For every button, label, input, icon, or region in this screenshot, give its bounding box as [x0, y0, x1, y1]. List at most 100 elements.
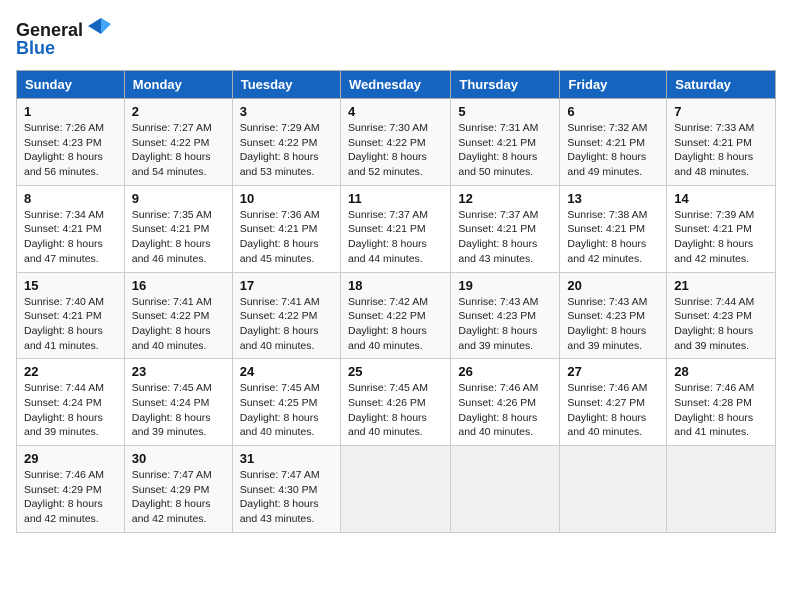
day-info: Sunrise: 7:46 AM Sunset: 4:27 PM Dayligh…: [567, 381, 659, 440]
calendar-cell: 23 Sunrise: 7:45 AM Sunset: 4:24 PM Dayl…: [124, 359, 232, 446]
day-info: Sunrise: 7:37 AM Sunset: 4:21 PM Dayligh…: [348, 208, 443, 267]
day-info: Sunrise: 7:36 AM Sunset: 4:21 PM Dayligh…: [240, 208, 333, 267]
calendar-cell: 9 Sunrise: 7:35 AM Sunset: 4:21 PM Dayli…: [124, 185, 232, 272]
day-info: Sunrise: 7:41 AM Sunset: 4:22 PM Dayligh…: [132, 295, 225, 354]
calendar-cell: 15 Sunrise: 7:40 AM Sunset: 4:21 PM Dayl…: [17, 272, 125, 359]
calendar-cell: 16 Sunrise: 7:41 AM Sunset: 4:22 PM Dayl…: [124, 272, 232, 359]
calendar-cell: 5 Sunrise: 7:31 AM Sunset: 4:21 PM Dayli…: [451, 99, 560, 186]
calendar-cell: 4 Sunrise: 7:30 AM Sunset: 4:22 PM Dayli…: [340, 99, 450, 186]
calendar-cell: 10 Sunrise: 7:36 AM Sunset: 4:21 PM Dayl…: [232, 185, 340, 272]
day-number: 11: [348, 191, 443, 206]
logo: General Blue: [16, 16, 116, 60]
calendar-cell: 7 Sunrise: 7:33 AM Sunset: 4:21 PM Dayli…: [667, 99, 776, 186]
day-number: 4: [348, 104, 443, 119]
day-number: 31: [240, 451, 333, 466]
day-info: Sunrise: 7:32 AM Sunset: 4:21 PM Dayligh…: [567, 121, 659, 180]
day-info: Sunrise: 7:33 AM Sunset: 4:21 PM Dayligh…: [674, 121, 768, 180]
calendar-cell: 25 Sunrise: 7:45 AM Sunset: 4:26 PM Dayl…: [340, 359, 450, 446]
day-number: 25: [348, 364, 443, 379]
day-info: Sunrise: 7:46 AM Sunset: 4:26 PM Dayligh…: [458, 381, 552, 440]
day-number: 26: [458, 364, 552, 379]
day-number: 1: [24, 104, 117, 119]
day-number: 24: [240, 364, 333, 379]
day-number: 3: [240, 104, 333, 119]
calendar-cell: 29 Sunrise: 7:46 AM Sunset: 4:29 PM Dayl…: [17, 446, 125, 533]
day-info: Sunrise: 7:30 AM Sunset: 4:22 PM Dayligh…: [348, 121, 443, 180]
day-number: 10: [240, 191, 333, 206]
day-info: Sunrise: 7:31 AM Sunset: 4:21 PM Dayligh…: [458, 121, 552, 180]
calendar-cell: 24 Sunrise: 7:45 AM Sunset: 4:25 PM Dayl…: [232, 359, 340, 446]
day-number: 21: [674, 278, 768, 293]
calendar-cell: 30 Sunrise: 7:47 AM Sunset: 4:29 PM Dayl…: [124, 446, 232, 533]
day-info: Sunrise: 7:44 AM Sunset: 4:24 PM Dayligh…: [24, 381, 117, 440]
day-number: 17: [240, 278, 333, 293]
weekday-header-tuesday: Tuesday: [232, 71, 340, 99]
day-number: 8: [24, 191, 117, 206]
weekday-header-friday: Friday: [560, 71, 667, 99]
calendar-cell: 6 Sunrise: 7:32 AM Sunset: 4:21 PM Dayli…: [560, 99, 667, 186]
day-number: 5: [458, 104, 552, 119]
calendar-table: SundayMondayTuesdayWednesdayThursdayFrid…: [16, 70, 776, 533]
weekday-header-sunday: Sunday: [17, 71, 125, 99]
calendar-cell: 31 Sunrise: 7:47 AM Sunset: 4:30 PM Dayl…: [232, 446, 340, 533]
calendar-cell: [667, 446, 776, 533]
day-info: Sunrise: 7:43 AM Sunset: 4:23 PM Dayligh…: [567, 295, 659, 354]
calendar-cell: 8 Sunrise: 7:34 AM Sunset: 4:21 PM Dayli…: [17, 185, 125, 272]
weekday-header-thursday: Thursday: [451, 71, 560, 99]
weekday-header-row: SundayMondayTuesdayWednesdayThursdayFrid…: [17, 71, 776, 99]
calendar-week-1: 1 Sunrise: 7:26 AM Sunset: 4:23 PM Dayli…: [17, 99, 776, 186]
calendar-cell: 1 Sunrise: 7:26 AM Sunset: 4:23 PM Dayli…: [17, 99, 125, 186]
day-number: 29: [24, 451, 117, 466]
weekday-header-monday: Monday: [124, 71, 232, 99]
logo-icon: General Blue: [16, 16, 116, 60]
calendar-week-2: 8 Sunrise: 7:34 AM Sunset: 4:21 PM Dayli…: [17, 185, 776, 272]
day-info: Sunrise: 7:47 AM Sunset: 4:29 PM Dayligh…: [132, 468, 225, 527]
svg-text:Blue: Blue: [16, 38, 55, 58]
day-info: Sunrise: 7:29 AM Sunset: 4:22 PM Dayligh…: [240, 121, 333, 180]
calendar-cell: 11 Sunrise: 7:37 AM Sunset: 4:21 PM Dayl…: [340, 185, 450, 272]
day-number: 19: [458, 278, 552, 293]
calendar-week-5: 29 Sunrise: 7:46 AM Sunset: 4:29 PM Dayl…: [17, 446, 776, 533]
calendar-cell: 21 Sunrise: 7:44 AM Sunset: 4:23 PM Dayl…: [667, 272, 776, 359]
day-info: Sunrise: 7:37 AM Sunset: 4:21 PM Dayligh…: [458, 208, 552, 267]
day-info: Sunrise: 7:40 AM Sunset: 4:21 PM Dayligh…: [24, 295, 117, 354]
day-info: Sunrise: 7:47 AM Sunset: 4:30 PM Dayligh…: [240, 468, 333, 527]
day-info: Sunrise: 7:42 AM Sunset: 4:22 PM Dayligh…: [348, 295, 443, 354]
calendar-cell: 28 Sunrise: 7:46 AM Sunset: 4:28 PM Dayl…: [667, 359, 776, 446]
calendar-cell: 17 Sunrise: 7:41 AM Sunset: 4:22 PM Dayl…: [232, 272, 340, 359]
calendar-week-3: 15 Sunrise: 7:40 AM Sunset: 4:21 PM Dayl…: [17, 272, 776, 359]
day-info: Sunrise: 7:27 AM Sunset: 4:22 PM Dayligh…: [132, 121, 225, 180]
calendar-cell: 22 Sunrise: 7:44 AM Sunset: 4:24 PM Dayl…: [17, 359, 125, 446]
weekday-header-wednesday: Wednesday: [340, 71, 450, 99]
day-info: Sunrise: 7:44 AM Sunset: 4:23 PM Dayligh…: [674, 295, 768, 354]
day-number: 15: [24, 278, 117, 293]
day-number: 18: [348, 278, 443, 293]
day-info: Sunrise: 7:34 AM Sunset: 4:21 PM Dayligh…: [24, 208, 117, 267]
day-number: 16: [132, 278, 225, 293]
day-info: Sunrise: 7:45 AM Sunset: 4:24 PM Dayligh…: [132, 381, 225, 440]
day-info: Sunrise: 7:39 AM Sunset: 4:21 PM Dayligh…: [674, 208, 768, 267]
day-number: 28: [674, 364, 768, 379]
day-number: 7: [674, 104, 768, 119]
day-number: 9: [132, 191, 225, 206]
calendar-cell: 19 Sunrise: 7:43 AM Sunset: 4:23 PM Dayl…: [451, 272, 560, 359]
calendar-cell: 13 Sunrise: 7:38 AM Sunset: 4:21 PM Dayl…: [560, 185, 667, 272]
calendar-cell: [451, 446, 560, 533]
day-info: Sunrise: 7:43 AM Sunset: 4:23 PM Dayligh…: [458, 295, 552, 354]
calendar-cell: 12 Sunrise: 7:37 AM Sunset: 4:21 PM Dayl…: [451, 185, 560, 272]
day-info: Sunrise: 7:46 AM Sunset: 4:29 PM Dayligh…: [24, 468, 117, 527]
day-number: 13: [567, 191, 659, 206]
calendar-cell: 18 Sunrise: 7:42 AM Sunset: 4:22 PM Dayl…: [340, 272, 450, 359]
page-header: General Blue: [16, 16, 776, 60]
day-number: 27: [567, 364, 659, 379]
day-number: 23: [132, 364, 225, 379]
day-number: 14: [674, 191, 768, 206]
day-info: Sunrise: 7:41 AM Sunset: 4:22 PM Dayligh…: [240, 295, 333, 354]
day-number: 12: [458, 191, 552, 206]
weekday-header-saturday: Saturday: [667, 71, 776, 99]
day-number: 6: [567, 104, 659, 119]
day-number: 2: [132, 104, 225, 119]
day-info: Sunrise: 7:35 AM Sunset: 4:21 PM Dayligh…: [132, 208, 225, 267]
day-info: Sunrise: 7:45 AM Sunset: 4:26 PM Dayligh…: [348, 381, 443, 440]
day-info: Sunrise: 7:26 AM Sunset: 4:23 PM Dayligh…: [24, 121, 117, 180]
